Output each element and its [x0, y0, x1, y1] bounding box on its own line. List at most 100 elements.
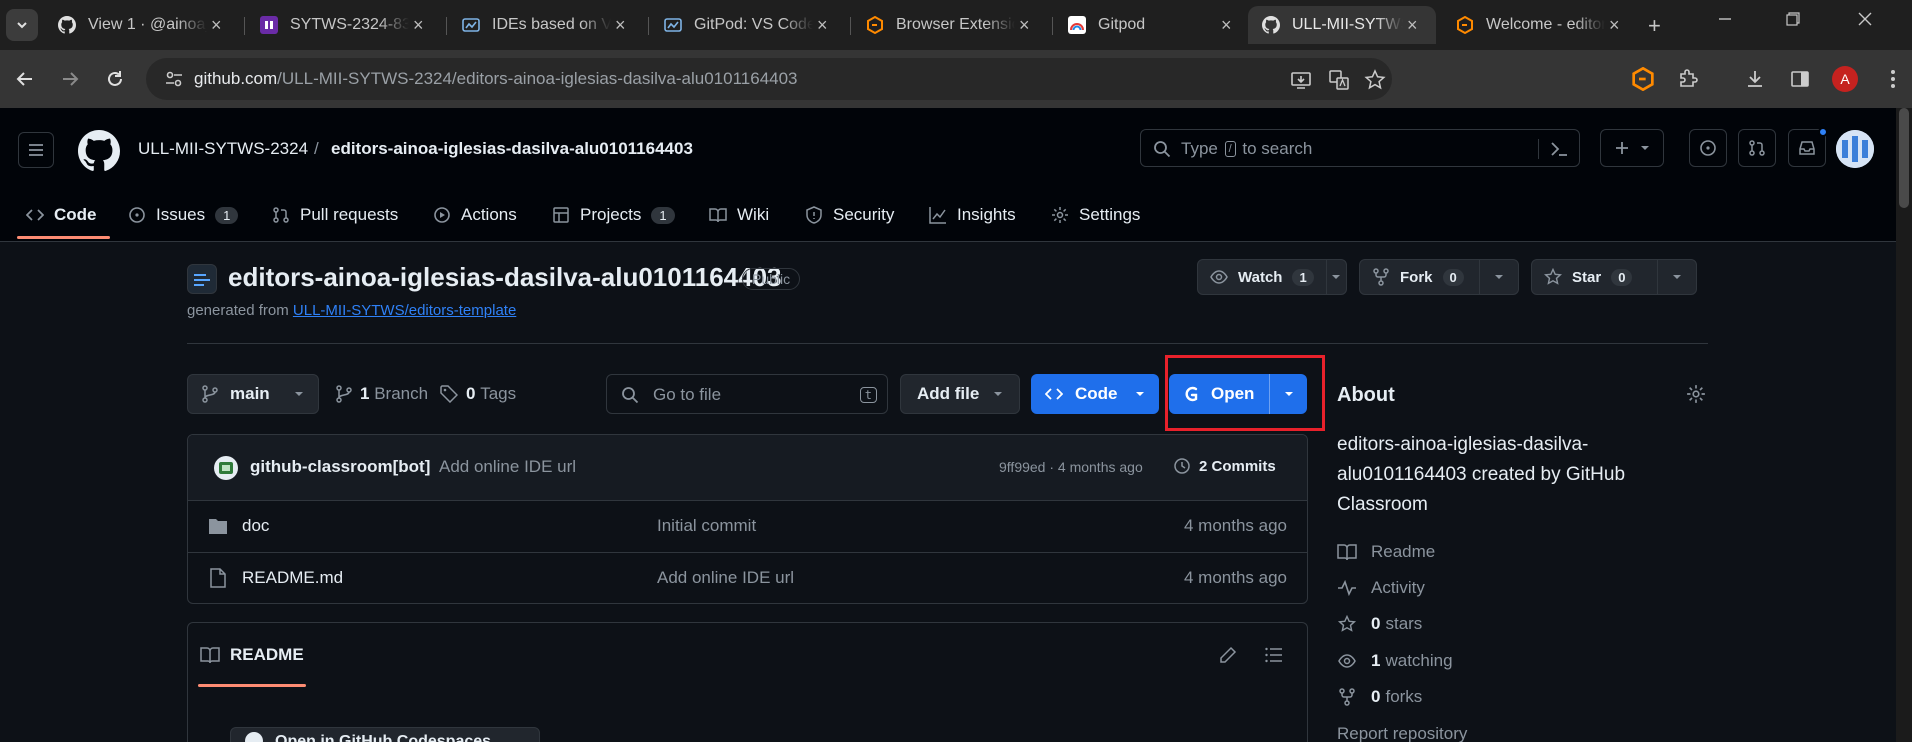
- breadcrumb-org[interactable]: ULL-MII-SYTWS-2324: [138, 139, 308, 159]
- fork-button[interactable]: Fork 0: [1359, 259, 1519, 295]
- restore-button[interactable]: [1786, 12, 1800, 31]
- file-row[interactable]: README.md Add online IDE url 4 months ag…: [188, 552, 1307, 603]
- list-outline-icon[interactable]: [1264, 645, 1284, 665]
- translate-icon[interactable]: [1328, 69, 1350, 91]
- back-button[interactable]: [13, 67, 37, 91]
- close-icon[interactable]: ×: [611, 15, 630, 36]
- activity-link[interactable]: Activity: [1337, 578, 1425, 598]
- commit-sha-time[interactable]: 9ff99ed · 4 months ago: [999, 459, 1143, 475]
- issues-button[interactable]: [1689, 129, 1727, 167]
- close-window-button[interactable]: [1858, 12, 1872, 31]
- browser-tab-active[interactable]: ULL-MII-SYTWS-2324 ×: [1248, 6, 1436, 44]
- tab-wiki[interactable]: Wiki: [709, 188, 769, 242]
- star-button[interactable]: Star 0: [1531, 259, 1697, 295]
- tab-issues[interactable]: Issues 1: [128, 188, 239, 242]
- tab-security[interactable]: Security: [805, 188, 894, 242]
- add-file-button[interactable]: Add file: [900, 374, 1020, 414]
- branch-selector[interactable]: main: [187, 374, 319, 414]
- open-in-codespaces-badge[interactable]: Open in GitHub Codespaces: [230, 727, 540, 742]
- scrollbar-thumb[interactable]: [1899, 108, 1909, 208]
- side-panel-icon[interactable]: [1787, 66, 1813, 92]
- tab-insights[interactable]: Insights: [929, 188, 1016, 242]
- close-icon[interactable]: ×: [207, 15, 226, 36]
- user-avatar[interactable]: [1836, 130, 1874, 168]
- file-name[interactable]: doc: [242, 516, 269, 536]
- close-icon[interactable]: ×: [1015, 15, 1034, 36]
- extensions-puzzle-icon[interactable]: [1675, 66, 1701, 92]
- close-icon[interactable]: ×: [409, 15, 428, 36]
- browser-tab[interactable]: View 1 · @ainoa_igl ×: [44, 6, 240, 44]
- go-to-file-input[interactable]: Go to file t: [606, 374, 888, 414]
- file-commit-message[interactable]: Initial commit: [657, 516, 756, 536]
- gear-icon[interactable]: [1686, 384, 1706, 404]
- tab-settings[interactable]: Settings: [1051, 188, 1140, 242]
- tab-search-button[interactable]: [6, 9, 38, 41]
- repo-owner-avatar[interactable]: [187, 264, 217, 294]
- bookmark-star-icon[interactable]: [1364, 69, 1386, 91]
- search-input[interactable]: Type / to search: [1140, 129, 1580, 167]
- pull-requests-button[interactable]: [1738, 129, 1776, 167]
- site-settings-icon[interactable]: [164, 69, 184, 89]
- reload-button[interactable]: [103, 67, 127, 91]
- global-menu-button[interactable]: [18, 132, 54, 168]
- code-button[interactable]: Code: [1031, 374, 1159, 414]
- bot-avatar[interactable]: [214, 456, 238, 480]
- watch-dropdown[interactable]: [1325, 260, 1346, 294]
- forks-link[interactable]: 0 forks: [1337, 687, 1422, 707]
- watchers-link[interactable]: 1 watching: [1337, 651, 1453, 671]
- github-logo-icon[interactable]: [78, 130, 120, 172]
- star-dropdown[interactable]: [1656, 260, 1696, 294]
- file-name[interactable]: README.md: [242, 568, 343, 588]
- commits-link[interactable]: 2 Commits: [1173, 457, 1276, 475]
- browser-tab[interactable]: SYTWS-2324-835 ×: [246, 6, 442, 44]
- tags-label: Tags: [480, 384, 517, 403]
- tab-code[interactable]: Code: [26, 188, 97, 242]
- close-icon[interactable]: ×: [1605, 15, 1624, 36]
- file-commit-message[interactable]: Add online IDE url: [657, 568, 794, 588]
- commit-message[interactable]: Add online IDE url: [439, 457, 576, 477]
- watching-count: 1: [1371, 651, 1381, 670]
- readme-link[interactable]: Readme: [1337, 542, 1435, 562]
- file-row[interactable]: doc Initial commit 4 months ago: [188, 501, 1307, 552]
- stars-link[interactable]: 0 stars: [1337, 614, 1422, 634]
- new-tab-button[interactable]: +: [1648, 13, 1661, 39]
- command-palette-icon[interactable]: [1549, 140, 1569, 158]
- install-app-icon[interactable]: [1290, 69, 1312, 91]
- kebab-menu-icon[interactable]: [1880, 66, 1906, 92]
- latest-commit-bar: github-classroom[bot] Add online IDE url…: [188, 435, 1307, 501]
- tab-pull-requests[interactable]: Pull requests: [272, 188, 398, 242]
- fork-count: 0: [1442, 268, 1464, 286]
- close-icon[interactable]: ×: [1403, 15, 1422, 36]
- tab-actions[interactable]: Actions: [433, 188, 517, 242]
- close-icon[interactable]: ×: [813, 15, 832, 36]
- watch-button[interactable]: Watch 1: [1197, 259, 1347, 295]
- tab-projects[interactable]: Projects 1: [552, 188, 675, 242]
- branches-link[interactable]: 1 Branch: [336, 384, 428, 404]
- browser-tab[interactable]: Welcome - editors ×: [1442, 6, 1638, 44]
- forward-button[interactable]: [58, 67, 82, 91]
- report-repository-link[interactable]: Report repository: [1337, 724, 1467, 742]
- browser-tab[interactable]: GitPod: VS Code ×: [650, 6, 846, 44]
- pencil-icon[interactable]: [1218, 645, 1238, 665]
- create-new-button[interactable]: [1600, 129, 1664, 167]
- close-icon[interactable]: ×: [1217, 15, 1236, 36]
- gitpod-extension-icon[interactable]: [1630, 66, 1656, 92]
- fork-dropdown[interactable]: [1478, 260, 1518, 294]
- browser-tab[interactable]: IDEs based on VS Code ×: [448, 6, 644, 44]
- gitpod-icon: [866, 16, 884, 34]
- star-main[interactable]: Star 0: [1532, 260, 1657, 294]
- browser-tab[interactable]: Browser Extension ×: [852, 6, 1048, 44]
- profile-avatar[interactable]: A: [1832, 66, 1858, 92]
- template-link[interactable]: ULL-MII-SYTWS/editors-template: [293, 302, 516, 319]
- watch-main[interactable]: Watch 1: [1198, 260, 1326, 294]
- address-bar[interactable]: github.com/ULL-MII-SYTWS-2324/editors-ai…: [146, 58, 1392, 100]
- breadcrumb-repo[interactable]: editors-ainoa-iglesias-dasilva-alu010116…: [331, 139, 693, 159]
- readme-tab[interactable]: README: [200, 645, 304, 665]
- browser-tab[interactable]: Gitpod ×: [1054, 6, 1250, 44]
- fork-main[interactable]: Fork 0: [1360, 260, 1479, 294]
- tags-link[interactable]: 0 Tags: [440, 384, 516, 404]
- commit-author[interactable]: github-classroom[bot]: [250, 457, 430, 477]
- downloads-icon[interactable]: [1742, 66, 1768, 92]
- purple-square-icon: [260, 16, 278, 34]
- minimize-button[interactable]: [1718, 12, 1732, 31]
